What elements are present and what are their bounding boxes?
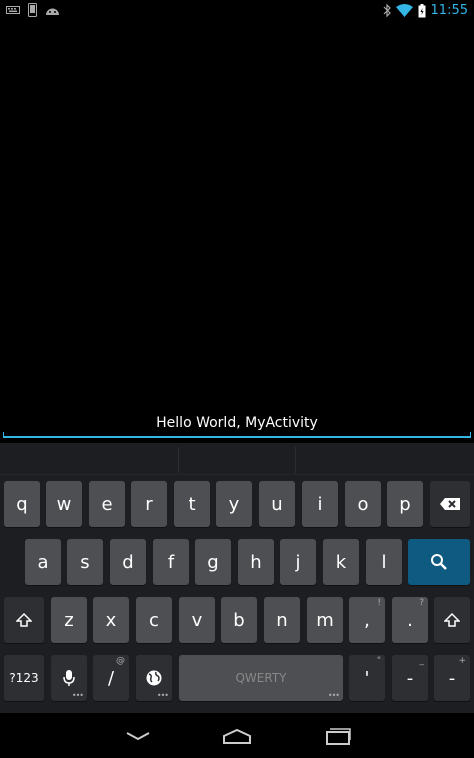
dash2-hint: +: [458, 656, 466, 666]
input-underline-left-tick: [3, 432, 4, 438]
keyboard-icon: [6, 6, 20, 14]
back-button[interactable]: [108, 721, 168, 751]
key-d[interactable]: d: [110, 539, 146, 585]
voice-input-key[interactable]: •••: [51, 655, 87, 701]
key-k[interactable]: k: [323, 539, 359, 585]
key-e[interactable]: e: [89, 481, 125, 527]
shift-icon: [16, 612, 32, 627]
key-c[interactable]: c: [136, 597, 172, 643]
shift-key-left[interactable]: [4, 597, 44, 643]
apostrophe-hint: ": [376, 656, 381, 666]
input-underline: [3, 436, 471, 438]
apostrophe-key[interactable]: ' ": [349, 655, 385, 701]
dash2-label: -: [448, 667, 456, 689]
key-m[interactable]: m: [307, 597, 343, 643]
key-o[interactable]: o: [345, 481, 381, 527]
shift-key-right[interactable]: [434, 597, 470, 643]
apostrophe-label: ': [364, 667, 370, 689]
activity-content: [0, 21, 474, 441]
key-b[interactable]: b: [221, 597, 257, 643]
soft-keyboard: q w e r t y u i o p a s d f g h j k l z …: [0, 443, 474, 713]
status-bar: 11:55: [0, 0, 474, 21]
recents-icon: [326, 728, 351, 745]
key-period[interactable]: . ?: [392, 597, 428, 643]
key-l[interactable]: l: [366, 539, 402, 585]
system-icons: 11:55: [383, 2, 468, 19]
key-w[interactable]: w: [46, 481, 82, 527]
space-key[interactable]: QWERTY •••: [179, 655, 343, 701]
suggestion-divider: [295, 447, 296, 473]
key-p[interactable]: p: [387, 481, 423, 527]
key-y[interactable]: y: [216, 481, 252, 527]
suggestion-divider: [178, 447, 179, 473]
suggestion-strip: [0, 443, 474, 475]
key-comma-glyph: ,: [364, 609, 370, 631]
phone-icon: [28, 3, 37, 17]
search-key[interactable]: [408, 539, 470, 585]
key-q[interactable]: q: [4, 481, 40, 527]
more-dots: •••: [71, 691, 84, 700]
key-period-hint: ?: [419, 598, 424, 608]
more-dots: •••: [327, 691, 340, 700]
status-clock: 11:55: [430, 3, 468, 18]
language-key[interactable]: •••: [136, 655, 172, 701]
key-i[interactable]: i: [302, 481, 338, 527]
key-comma-hint: !: [377, 598, 381, 608]
symbols-key[interactable]: ?123: [4, 655, 44, 701]
slash-hint: @: [116, 656, 125, 666]
key-t[interactable]: t: [174, 481, 210, 527]
key-s[interactable]: s: [67, 539, 103, 585]
mic-icon: [63, 670, 75, 686]
navigation-bar: [0, 713, 474, 758]
key-a[interactable]: a: [25, 539, 61, 585]
bluetooth-icon: [383, 4, 391, 17]
slash-key[interactable]: / @: [93, 655, 129, 701]
more-dots: •••: [156, 691, 169, 700]
home-button[interactable]: [207, 721, 267, 751]
backspace-icon: [440, 498, 460, 510]
dash-hint: _: [419, 656, 425, 666]
key-u[interactable]: u: [259, 481, 295, 527]
key-comma[interactable]: ! , !: [349, 597, 385, 643]
dash-key-2[interactable]: - +: [434, 655, 470, 701]
key-h[interactable]: h: [238, 539, 274, 585]
key-j[interactable]: j: [280, 539, 316, 585]
backspace-key[interactable]: [430, 481, 470, 527]
slash-label: /: [107, 667, 115, 689]
notification-icons: [6, 3, 60, 17]
android-icon: [46, 8, 59, 15]
key-period-label: .: [407, 609, 413, 631]
globe-icon: [146, 670, 162, 686]
space-label: QWERTY: [235, 671, 287, 685]
key-z[interactable]: z: [51, 597, 87, 643]
shift-icon: [444, 612, 460, 627]
key-v[interactable]: v: [179, 597, 215, 643]
key-n[interactable]: n: [264, 597, 300, 643]
key-f[interactable]: f: [153, 539, 189, 585]
wifi-icon: [395, 4, 413, 17]
dash-label: -: [406, 667, 414, 689]
dash-key[interactable]: - _: [392, 655, 428, 701]
recents-button[interactable]: [308, 721, 368, 751]
input-value: Hello World, MyActivity: [156, 415, 318, 431]
battery-icon: [418, 3, 426, 17]
key-x[interactable]: x: [93, 597, 129, 643]
key-g[interactable]: g: [195, 539, 231, 585]
text-input-field[interactable]: Hello World, MyActivity: [3, 412, 471, 438]
key-r[interactable]: r: [131, 481, 167, 527]
search-icon: [431, 554, 447, 570]
home-icon: [223, 728, 251, 744]
back-icon: [126, 732, 150, 741]
input-underline-right-tick: [470, 432, 471, 438]
